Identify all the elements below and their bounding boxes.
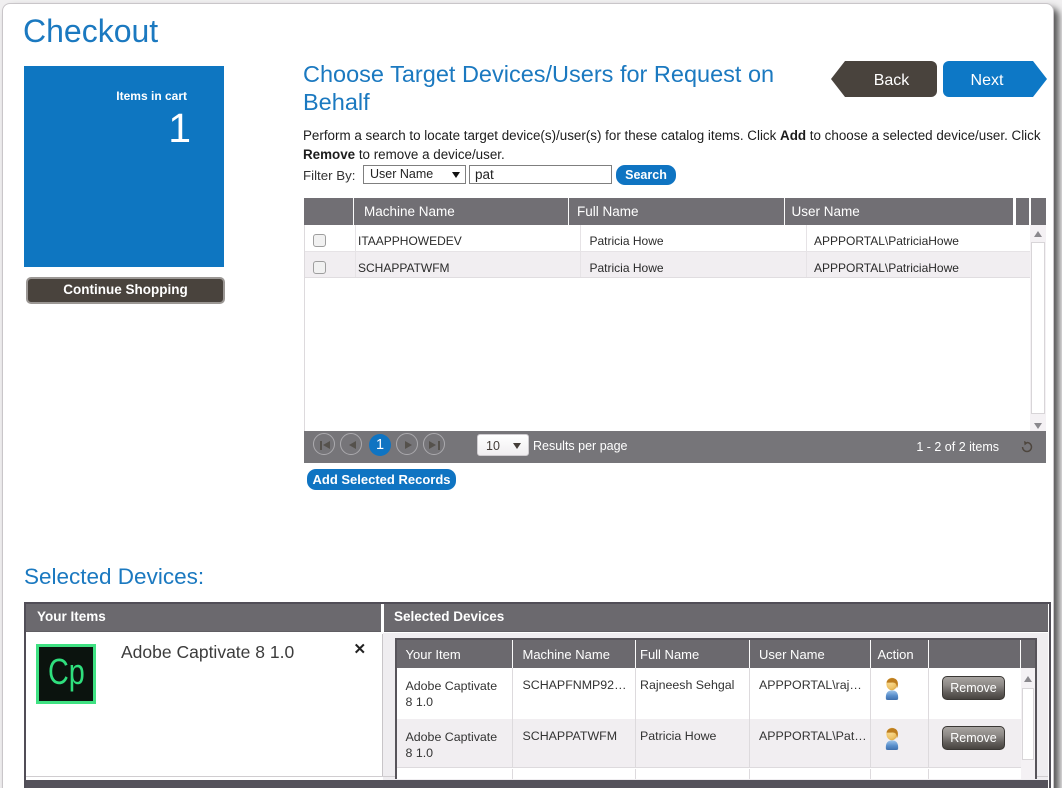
svg-text:Back: Back: [874, 72, 911, 89]
svg-text:Next: Next: [971, 72, 1004, 89]
